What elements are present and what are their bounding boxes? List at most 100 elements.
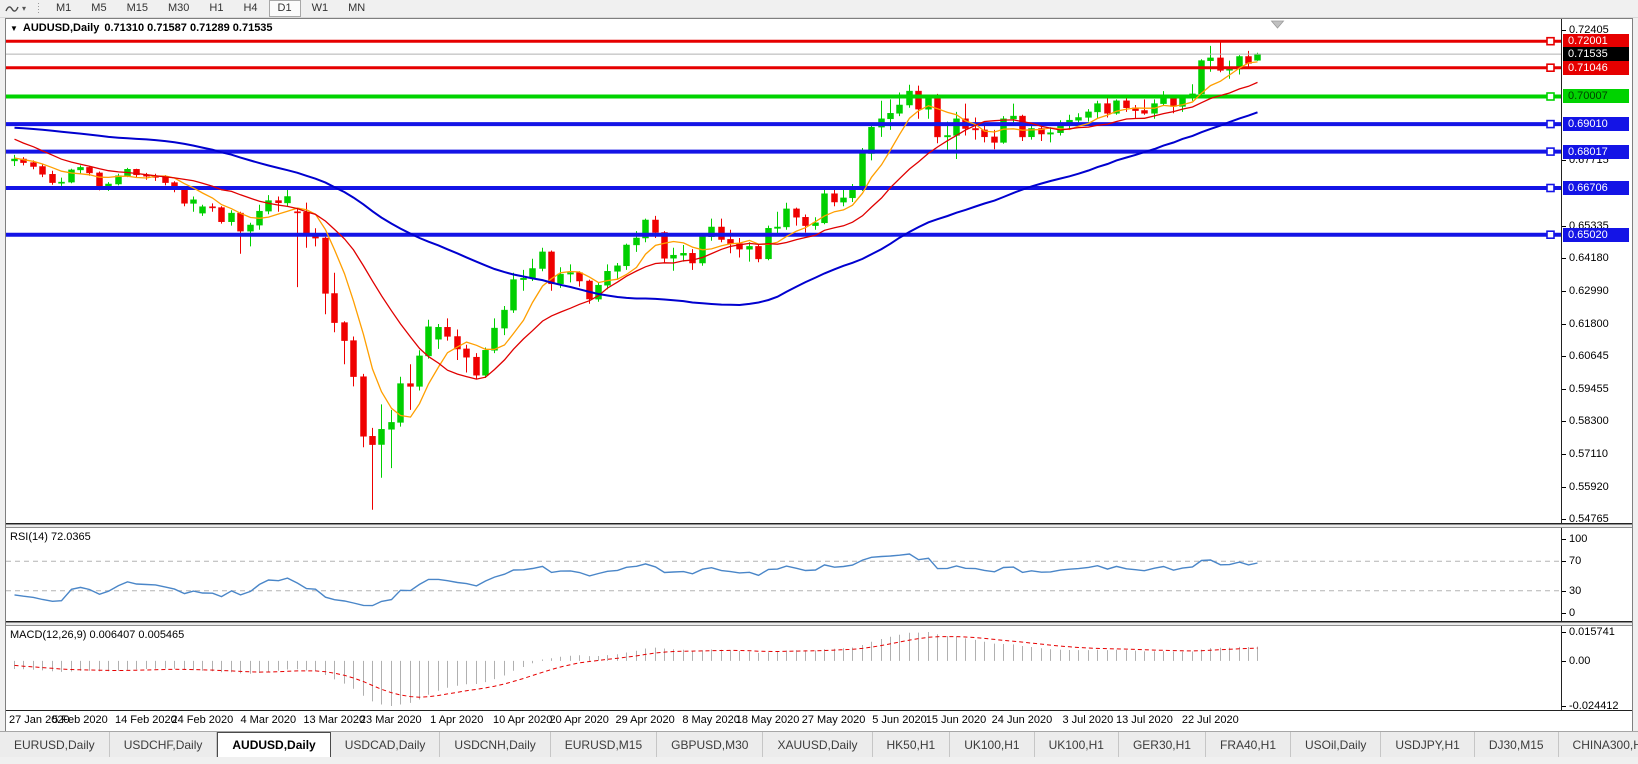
timeframe-button-M1[interactable]: M1 bbox=[47, 0, 80, 17]
line-handle-0.70007[interactable] bbox=[1547, 93, 1554, 100]
macd-tick-label: 0.00 bbox=[1569, 655, 1590, 668]
price-tick bbox=[1562, 389, 1566, 390]
price-tick bbox=[1562, 454, 1566, 455]
candle bbox=[257, 205, 263, 230]
price-tick bbox=[1562, 291, 1566, 292]
ma-medium-line[interactable] bbox=[15, 82, 1258, 379]
line-handle-0.72001[interactable] bbox=[1547, 38, 1554, 45]
candle bbox=[803, 215, 809, 233]
candle bbox=[50, 171, 56, 185]
price-line-label-0.72001[interactable]: 0.72001 bbox=[1563, 34, 1629, 48]
tab-EURUSD-M15[interactable]: EURUSD,M15 bbox=[551, 732, 657, 757]
toolbar-grip-handle[interactable] bbox=[36, 3, 40, 15]
candle bbox=[511, 273, 517, 313]
line-handle-0.65020[interactable] bbox=[1547, 231, 1554, 238]
tab-HK50-H1[interactable]: HK50,H1 bbox=[873, 732, 951, 757]
price-tick bbox=[1562, 519, 1566, 520]
tab-UK100-H1[interactable]: UK100,H1 bbox=[950, 732, 1034, 757]
date-tick-label: 4 Mar 2020 bbox=[241, 714, 297, 726]
tab-DJ30-M15[interactable]: DJ30,M15 bbox=[1475, 732, 1559, 757]
date-tick-label: 8 May 2020 bbox=[682, 714, 739, 726]
price-tick-label: 0.54765 bbox=[1569, 513, 1609, 526]
rsi-panel: RSI(14) 72.0365 10070300 bbox=[6, 528, 1632, 622]
timeframe-button-W1[interactable]: W1 bbox=[303, 0, 338, 17]
candle bbox=[455, 330, 461, 361]
rsi-tick bbox=[1562, 591, 1566, 592]
timeframe-button-H1[interactable]: H1 bbox=[200, 0, 232, 17]
drawing-tool-button[interactable]: ▾ bbox=[0, 2, 30, 15]
date-axis[interactable]: 27 Jan 20205 Feb 202014 Feb 202024 Feb 2… bbox=[6, 711, 1632, 732]
chart-symbol-label: AUDUSD,Daily bbox=[23, 22, 99, 34]
price-line-label-0.68017[interactable]: 0.68017 bbox=[1563, 145, 1629, 159]
date-tick-label: 20 Apr 2020 bbox=[550, 714, 609, 726]
price-line-label-0.65020[interactable]: 0.65020 bbox=[1563, 228, 1629, 242]
candle bbox=[681, 245, 687, 262]
price-line-label-0.70007[interactable]: 0.70007 bbox=[1563, 89, 1629, 103]
main-chart-canvas[interactable] bbox=[6, 19, 1561, 523]
date-tick-label: 23 Mar 2020 bbox=[360, 714, 422, 726]
rsi-indicator-label: RSI(14) 72.0365 bbox=[10, 531, 91, 543]
rsi-canvas[interactable] bbox=[6, 528, 1561, 621]
price-tick-label: 0.62990 bbox=[1569, 285, 1609, 298]
chart-ohlc-values: 0.71310 0.71587 0.71289 0.71535 bbox=[104, 22, 272, 34]
price-tick bbox=[1562, 421, 1566, 422]
line-handle-0.69010[interactable] bbox=[1547, 121, 1554, 128]
chart-shift-marker-icon[interactable] bbox=[1272, 21, 1284, 28]
tab-EURUSD-Daily[interactable]: EURUSD,Daily bbox=[0, 732, 110, 757]
trading-platform-window: ▾ M1M5M15M30H1H4D1W1MN ▼ AUDUSD,Daily 0.… bbox=[0, 0, 1638, 764]
tab-GBPUSD-M30[interactable]: GBPUSD,M30 bbox=[657, 732, 763, 757]
line-handle-0.68017[interactable] bbox=[1547, 148, 1554, 155]
candle bbox=[426, 320, 432, 359]
price-line-label-0.66706[interactable]: 0.66706 bbox=[1563, 181, 1629, 195]
tab-UK100-H1[interactable]: UK100,H1 bbox=[1035, 732, 1119, 757]
candle bbox=[12, 155, 18, 166]
candle bbox=[775, 212, 781, 234]
tab-USDJPY-H1[interactable]: USDJPY,H1 bbox=[1381, 732, 1474, 757]
timeframe-button-M30[interactable]: M30 bbox=[159, 0, 198, 17]
tab-USDCNH-Daily[interactable]: USDCNH,Daily bbox=[440, 732, 550, 757]
candle bbox=[351, 337, 357, 387]
price-tick bbox=[1562, 487, 1566, 488]
timeframe-button-D1[interactable]: D1 bbox=[269, 0, 301, 17]
timeframe-button-M15[interactable]: M15 bbox=[118, 0, 157, 17]
date-tick-label: 29 Apr 2020 bbox=[615, 714, 674, 726]
tab-USDCAD-Daily[interactable]: USDCAD,Daily bbox=[331, 732, 441, 757]
candle bbox=[879, 101, 885, 137]
price-line-label-0.69010[interactable]: 0.69010 bbox=[1563, 117, 1629, 131]
candle bbox=[784, 203, 790, 230]
tab-USDCHF-Daily[interactable]: USDCHF,Daily bbox=[110, 732, 218, 757]
macd-canvas[interactable] bbox=[6, 626, 1561, 710]
line-handle-0.71046[interactable] bbox=[1547, 64, 1554, 71]
price-tick-label: 0.59455 bbox=[1569, 383, 1609, 396]
tab-USOil-Daily[interactable]: USOil,Daily bbox=[1291, 732, 1381, 757]
tab-AUDUSD-Daily[interactable]: AUDUSD,Daily bbox=[217, 732, 330, 757]
candle bbox=[210, 203, 216, 211]
candle bbox=[285, 190, 291, 207]
candle bbox=[1095, 101, 1101, 119]
candle bbox=[389, 410, 395, 468]
tab-GER30-H1[interactable]: GER30,H1 bbox=[1119, 732, 1206, 757]
price-line-label-0.71046[interactable]: 0.71046 bbox=[1563, 61, 1629, 75]
macd-tick bbox=[1562, 661, 1566, 662]
candle bbox=[615, 263, 621, 280]
tab-FRA40-H1[interactable]: FRA40,H1 bbox=[1206, 732, 1291, 757]
candle bbox=[342, 321, 348, 364]
candle bbox=[191, 197, 197, 212]
line-handle-0.66706[interactable] bbox=[1547, 185, 1554, 192]
chevron-down-icon[interactable]: ▾ bbox=[22, 4, 26, 13]
price-axis[interactable]: 0.724050.677150.653350.641800.629900.618… bbox=[1561, 19, 1632, 523]
timeframe-button-H4[interactable]: H4 bbox=[234, 0, 266, 17]
date-tick-label: 13 Mar 2020 bbox=[303, 714, 365, 726]
collapse-chart-icon[interactable]: ▼ bbox=[10, 24, 18, 33]
price-tick-label: 0.57110 bbox=[1569, 448, 1608, 461]
candle bbox=[1237, 55, 1243, 74]
candle bbox=[841, 190, 847, 207]
tab-CHINA300-H4[interactable]: CHINA300,H4 bbox=[1559, 732, 1638, 757]
candle bbox=[1048, 127, 1054, 142]
rsi-tick-label: 70 bbox=[1569, 555, 1581, 568]
tab-XAUUSD-Daily[interactable]: XAUUSD,Daily bbox=[763, 732, 872, 757]
candle bbox=[935, 94, 941, 143]
timeframe-button-MN[interactable]: MN bbox=[339, 0, 374, 17]
candle bbox=[200, 205, 206, 216]
timeframe-button-M5[interactable]: M5 bbox=[82, 0, 115, 17]
